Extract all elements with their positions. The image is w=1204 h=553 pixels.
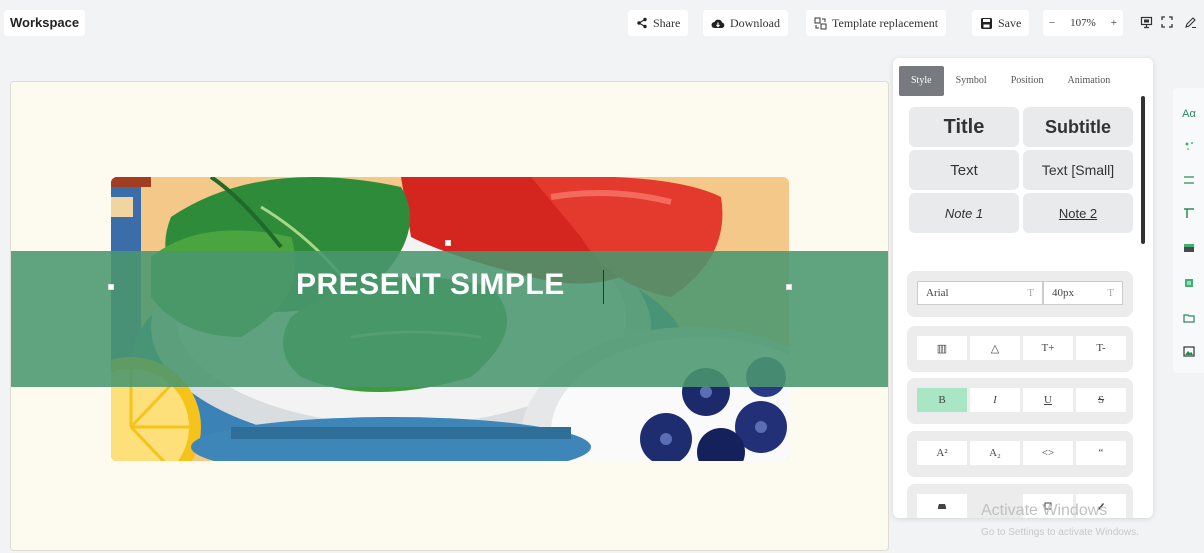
font-size-value: 40px (1052, 287, 1074, 299)
activate-windows-title: Activate Windows (981, 502, 1108, 519)
list-icon[interactable] (1181, 275, 1197, 291)
quote-button[interactable]: “ (1076, 441, 1126, 465)
panel-tabs: Style Symbol Position Animation (899, 66, 1122, 96)
tab-symbol[interactable]: Symbol (944, 66, 999, 96)
workspace-title: Workspace (4, 10, 86, 36)
font-size-icon: T (1107, 287, 1114, 299)
table-icon[interactable] (1181, 240, 1197, 256)
bold-button[interactable]: B (917, 388, 967, 412)
activate-windows-subtitle: Go to Settings to activate Windows. (981, 527, 1139, 538)
cloud-download-icon (711, 19, 725, 28)
share-label: Share (653, 16, 681, 30)
presentation-icon[interactable] (1138, 14, 1154, 30)
decrease-size-icon[interactable]: T- (1076, 336, 1126, 360)
style-note2-button[interactable]: Note 2 (1023, 193, 1133, 233)
style-text-button[interactable]: Text (909, 150, 1019, 190)
resize-handle-left[interactable] (108, 284, 114, 290)
superscript-button[interactable]: A² (917, 441, 967, 465)
share-button[interactable]: Share (628, 10, 689, 36)
top-toolbar: Workspace Share Download Template replac… (0, 0, 1204, 46)
format-group-3: A² A₂ <> “ (907, 431, 1133, 477)
font-family-value: Arial (926, 287, 949, 299)
image-icon[interactable] (1181, 343, 1197, 359)
font-family-icon: T (1027, 287, 1034, 299)
font-family-select[interactable]: Arial T (917, 281, 1043, 305)
style-panel: Style Symbol Position Animation Title Su… (893, 58, 1153, 518)
panel-scrollbar[interactable] (1141, 96, 1145, 244)
template-replacement-label: Template replacement (832, 16, 939, 30)
style-subtitle-button[interactable]: Subtitle (1023, 107, 1133, 147)
zoom-control: − 107% + (1043, 10, 1123, 36)
format-group-1: ▥ △ T+ T- (907, 326, 1133, 372)
underline-button[interactable]: U (1023, 388, 1073, 412)
download-label: Download (730, 16, 780, 30)
car-icon[interactable] (917, 494, 967, 518)
text-box-icon[interactable]: ▥ (917, 336, 967, 360)
text-caret (603, 270, 604, 304)
download-button[interactable]: Download (703, 10, 788, 36)
tab-style[interactable]: Style (899, 66, 944, 96)
folder-icon[interactable] (1181, 310, 1197, 326)
font-size-input[interactable]: 40px T (1043, 281, 1123, 305)
font-settings-group: Arial T 40px T (907, 271, 1133, 317)
save-label: Save (998, 16, 1022, 30)
format-group-2: B I U S (907, 378, 1133, 424)
zoom-out-button[interactable]: − (1049, 17, 1055, 29)
fill-icon[interactable]: △ (970, 336, 1020, 360)
text-style-icon[interactable]: Aα (1181, 106, 1197, 122)
right-tool-strip: Aα (1173, 88, 1204, 373)
style-title-button[interactable]: Title (909, 107, 1019, 147)
strikethrough-button[interactable]: S (1076, 388, 1126, 412)
sparkle-icon[interactable] (1181, 138, 1197, 154)
tab-animation[interactable]: Animation (1055, 66, 1122, 96)
template-replacement-button[interactable]: Template replacement (806, 10, 947, 36)
zoom-value: 107% (1070, 17, 1096, 29)
style-note1-button[interactable]: Note 1 (909, 193, 1019, 233)
increase-size-icon[interactable]: T+ (1023, 336, 1073, 360)
template-icon (814, 17, 827, 29)
edit-icon[interactable] (1182, 14, 1198, 30)
slide-canvas[interactable]: PRESENT SIMPLE (10, 81, 889, 551)
save-button[interactable]: Save (972, 10, 1030, 36)
subscript-button[interactable]: A₂ (970, 441, 1020, 465)
slide-title-text[interactable]: PRESENT SIMPLE (296, 268, 565, 302)
fullscreen-icon[interactable] (1159, 14, 1175, 30)
code-button[interactable]: <> (1023, 441, 1073, 465)
share-icon (637, 17, 647, 29)
save-icon (981, 17, 992, 29)
align-icon[interactable] (1181, 172, 1197, 188)
resize-handle-right[interactable] (786, 284, 792, 290)
resize-handle-top[interactable] (445, 240, 451, 246)
zoom-in-button[interactable]: + (1111, 17, 1117, 29)
italic-button[interactable]: I (970, 388, 1020, 412)
style-text-small-button[interactable]: Text [Small] (1023, 150, 1133, 190)
layout-icon[interactable] (1181, 205, 1197, 221)
tab-position[interactable]: Position (999, 66, 1056, 96)
